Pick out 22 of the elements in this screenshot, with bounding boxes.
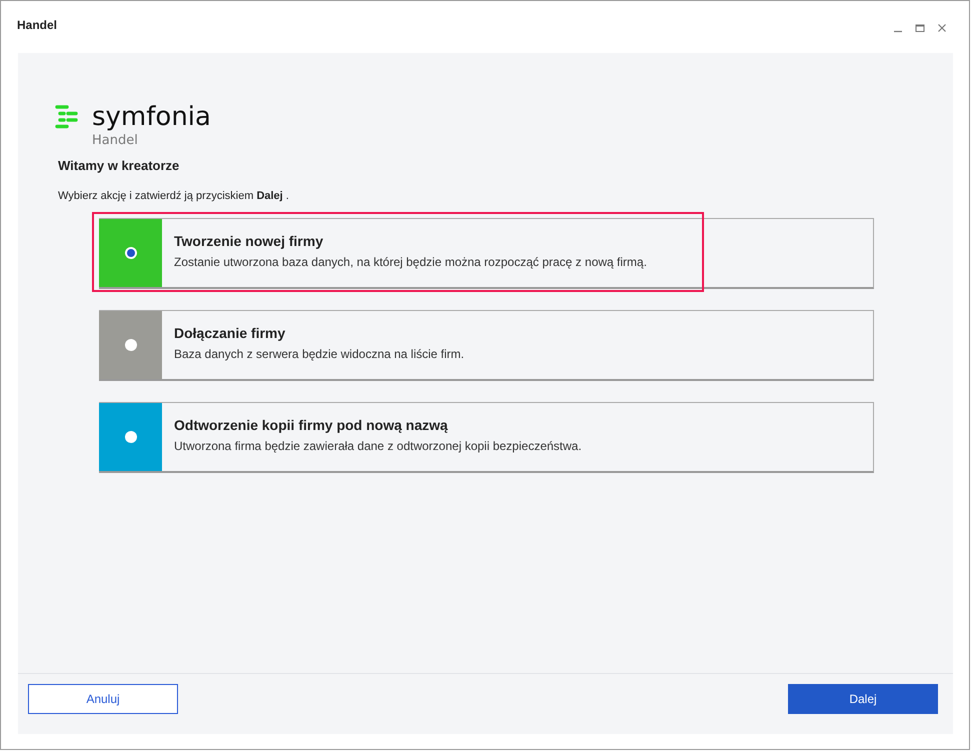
radio-button[interactable]	[124, 339, 136, 351]
cancel-button[interactable]: Anuluj	[28, 684, 178, 714]
close-icon[interactable]	[937, 23, 947, 33]
option-description: Baza danych z serwera będzie widoczna na liście firm.	[174, 347, 464, 361]
option-description: Utworzona firma będzie zawierała dane z odtworzonej kopii bezpieczeństwa.	[174, 439, 582, 453]
brand-name: symfonia	[92, 103, 211, 131]
radio-button[interactable]	[124, 247, 136, 259]
radio-button[interactable]	[124, 431, 136, 443]
maximize-icon[interactable]	[915, 23, 925, 33]
option-card[interactable]: Tworzenie nowej firmy Zostanie utworzona baza danych, na której będzie można rozpocząć pracę z nową firmą.	[99, 218, 874, 289]
wizard-heading: Witamy w kreatorze	[58, 158, 180, 173]
instruction-text: Wybierz akcję i zatwierdź ją przyciskiem Dalej .	[58, 190, 290, 202]
option-description: Zostanie utworzona baza danych, na której będzie można rozpocząć pracę z nową firmą.	[174, 255, 647, 269]
next-button[interactable]: Dalej	[788, 684, 938, 714]
window-title: Handel	[17, 18, 58, 32]
option-title: Dołączanie firmy	[174, 325, 286, 341]
option-title: Tworzenie nowej firmy	[174, 233, 324, 249]
option-card[interactable]: Dołączanie firmy Baza danych z serwera będzie widoczna na liście firm.	[99, 310, 874, 381]
product-name: Handel	[92, 133, 139, 148]
option-title: Odtworzenie kopii firmy pod nową nazwą	[174, 417, 449, 433]
option-card[interactable]: Odtworzenie kopii firmy pod nową nazwą Utworzona firma będzie zawierała dane z odtworzonej kopii bezpieczeństwa.	[99, 402, 874, 473]
logo-icon	[54, 104, 80, 130]
